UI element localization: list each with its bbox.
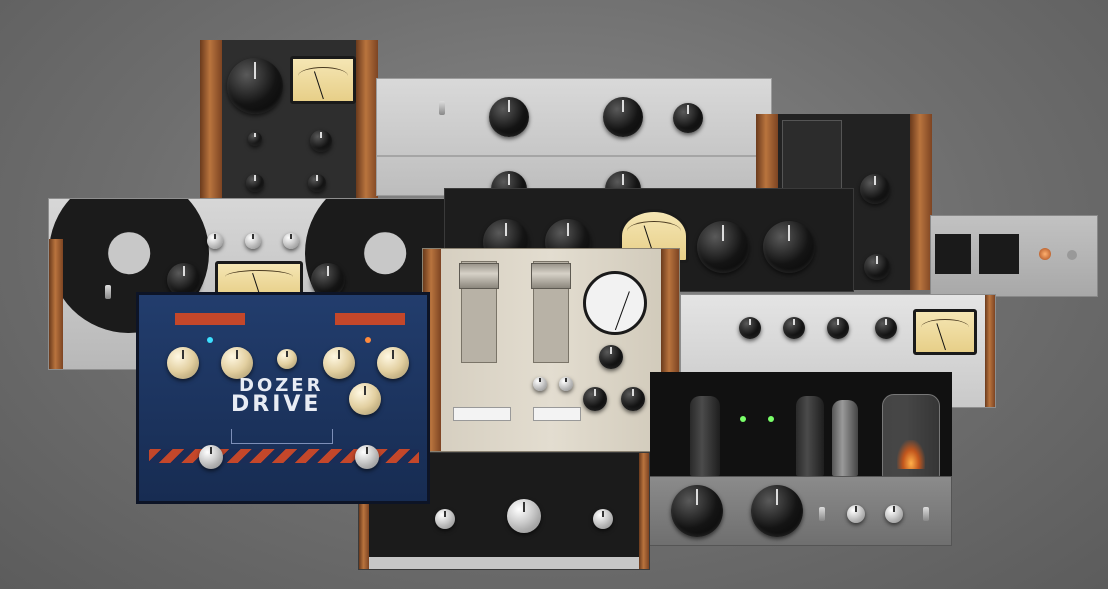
status-led [365, 337, 371, 343]
blend-knob[interactable] [349, 383, 381, 415]
pedal-switch-strip [930, 215, 1098, 297]
vacuum-tube-icon [882, 394, 940, 478]
switch-block-b[interactable] [979, 234, 1019, 274]
vacuum-tube-icon [796, 396, 824, 476]
status-led [768, 416, 774, 422]
wood-side-left [49, 239, 63, 369]
vacuum-tube-icon [832, 400, 858, 476]
comp-knob-b[interactable] [533, 377, 547, 391]
comp-knob-c[interactable] [559, 377, 573, 391]
rack-divider [377, 155, 771, 157]
tape-toggle[interactable] [105, 285, 111, 299]
pedal-label-plate [335, 313, 405, 325]
dozer-drive-pedal: DOZER DRIVE [136, 292, 430, 504]
signal-path-graphic [231, 429, 333, 444]
attack-knob[interactable] [246, 174, 264, 192]
comp-knob-a[interactable] [599, 345, 623, 369]
console-knob-b[interactable] [751, 485, 803, 537]
panel-screw [1067, 250, 1077, 260]
eq2-knob-c[interactable] [827, 317, 849, 339]
vu-meter [290, 56, 356, 104]
vintage-compressor-panel [200, 40, 378, 200]
indicator-lamp [1039, 248, 1051, 260]
unit-knob-a[interactable] [435, 509, 455, 529]
vacuum-tube-icon [690, 396, 720, 476]
wood-side-left [200, 40, 222, 200]
label-strip [453, 407, 511, 421]
vu-meter-icon [583, 271, 647, 335]
mid-knob[interactable] [277, 349, 297, 369]
console-knob-d[interactable] [885, 505, 903, 523]
unit-knob-b[interactable] [593, 509, 613, 529]
console-switch-a[interactable] [819, 507, 825, 521]
drive-knob[interactable] [167, 347, 199, 379]
channel-knob-a[interactable] [860, 174, 890, 204]
pedal-label-plate [175, 313, 245, 325]
eq2-knob-b[interactable] [783, 317, 805, 339]
status-led [740, 416, 746, 422]
vu-meter-icon [913, 309, 977, 355]
eq2-knob-d[interactable] [875, 317, 897, 339]
console-switch-b[interactable] [923, 507, 929, 521]
wood-side-right [356, 40, 378, 200]
fader-b[interactable] [531, 263, 571, 289]
output-knob[interactable] [310, 130, 332, 152]
level-knob[interactable] [323, 347, 355, 379]
switch-block-a[interactable] [935, 234, 971, 274]
fader-compressor [422, 248, 680, 452]
release-knob[interactable] [308, 174, 326, 192]
console-knob-c[interactable] [847, 505, 865, 523]
preamp-knob-c[interactable] [697, 221, 749, 273]
silver-eq-rack [376, 78, 772, 196]
tape-knob-c[interactable] [283, 233, 299, 249]
comp-knob-d[interactable] [583, 387, 607, 411]
unit-knob-main[interactable] [507, 499, 541, 533]
status-led [207, 337, 213, 343]
wood-side-right [985, 295, 995, 407]
tape-knob-b[interactable] [245, 233, 261, 249]
label-strip [533, 407, 581, 421]
eq2-knob-a[interactable] [739, 317, 761, 339]
eq-mid-knob[interactable] [603, 97, 643, 137]
eq-high-knob[interactable] [673, 103, 703, 133]
pedal-product: DRIVE [231, 392, 322, 417]
wood-side-right [910, 114, 932, 290]
input-knob[interactable] [227, 58, 283, 114]
unit-base-trim [369, 557, 639, 569]
footswitch-left[interactable] [199, 445, 223, 469]
gain-knob[interactable] [377, 347, 409, 379]
tape-knob-a[interactable] [207, 233, 223, 249]
tube-amplifier [650, 372, 952, 480]
comp-knob-e[interactable] [621, 387, 645, 411]
ratio-knob[interactable] [248, 132, 262, 146]
eq-toggle-switch[interactable] [439, 101, 445, 115]
wood-side-right [639, 453, 649, 569]
console-knob-a[interactable] [671, 485, 723, 537]
channel-knob-b[interactable] [864, 254, 890, 280]
fader-a[interactable] [459, 263, 499, 289]
grey-console-panel [646, 476, 952, 546]
preamp-knob-d[interactable] [763, 221, 815, 273]
display-window [782, 120, 842, 192]
footswitch-right[interactable] [355, 445, 379, 469]
eq-low-knob[interactable] [489, 97, 529, 137]
